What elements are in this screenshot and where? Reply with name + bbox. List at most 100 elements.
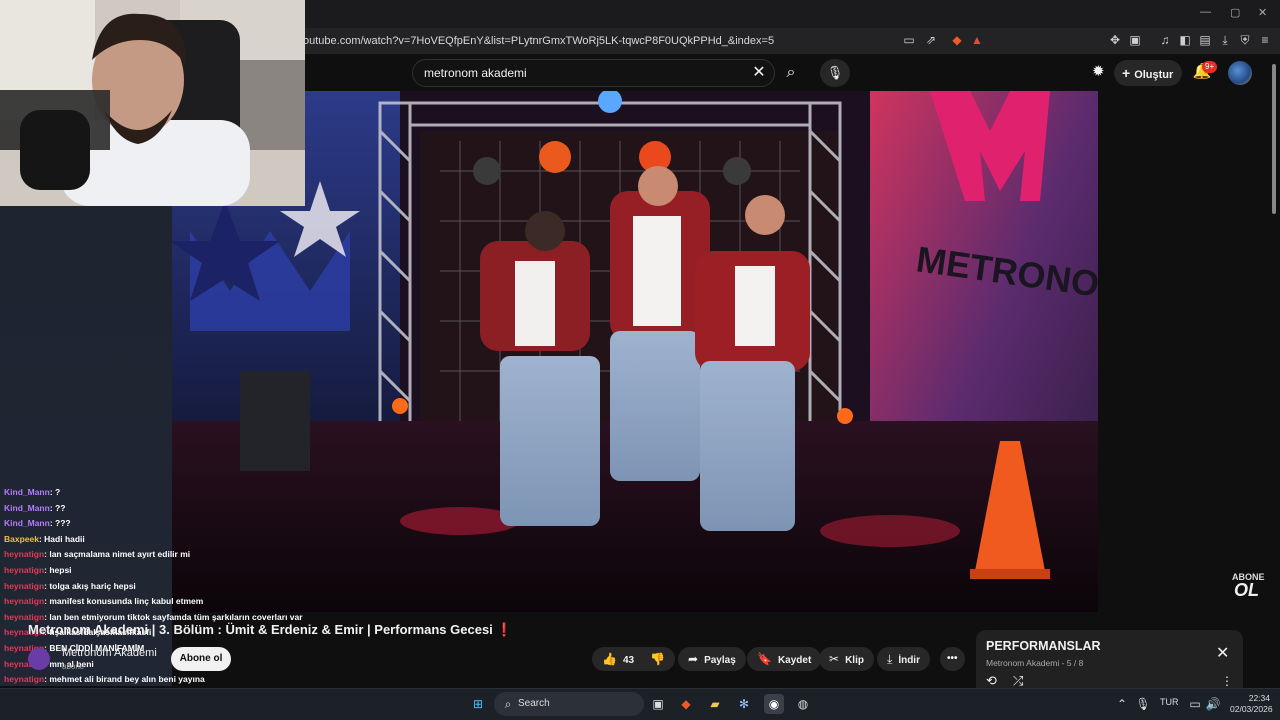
clock-time: 22:34 — [1248, 693, 1270, 703]
chat-username[interactable]: Kind_Mann — [4, 518, 50, 528]
volume-icon[interactable]: 🔊 — [1203, 694, 1223, 714]
chat-text: : hepsi — [44, 565, 72, 575]
scrollbar[interactable] — [1272, 64, 1276, 214]
chat-text: : tolga akış hariç hepsi — [44, 580, 136, 591]
scissors-icon: ✂ — [829, 652, 840, 666]
share-icon[interactable]: ⇗ — [924, 33, 938, 47]
plus-icon: + — [1122, 65, 1131, 81]
create-button[interactable]: + Oluştur — [1114, 60, 1182, 86]
chat-username[interactable]: Baxpeek — [4, 534, 39, 544]
webcam-image — [0, 0, 305, 206]
close-icon[interactable]: ✕ — [1216, 643, 1229, 663]
more-actions-button[interactable]: ••• — [940, 647, 965, 671]
close-window-icon[interactable]: ✕ — [1258, 6, 1267, 19]
windows-start-icon[interactable]: ⊞ — [468, 694, 488, 714]
search-value[interactable]: metronom akademi — [424, 59, 527, 87]
app-icon[interactable]: ◍ — [793, 694, 813, 714]
share-label: Paylaş — [704, 655, 736, 666]
chat-username[interactable]: Kind_Mann — [4, 503, 50, 513]
chat-message: heynatign: mehmet ali birand bey alın be… — [4, 674, 205, 684]
chat-username[interactable]: heynatign — [4, 612, 44, 622]
save-button[interactable]: 🔖 Kaydet — [747, 647, 822, 671]
task-view-icon[interactable]: ▣ — [648, 694, 668, 714]
playlist-title[interactable]: PERFORMANSLAR — [986, 639, 1101, 653]
chat-message: heynatign: lan ben etmiyorum tiktok sayf… — [4, 612, 303, 622]
wallet-icon[interactable]: ▣ — [1128, 33, 1142, 47]
chat-message: Baxpeek: Hadi hadii — [4, 534, 85, 544]
file-explorer-icon[interactable]: ▰ — [705, 694, 725, 714]
chat-message: heynatign: tolga akış hariç hepsi — [4, 581, 136, 591]
search-icon[interactable]: ⌕ — [775, 59, 807, 87]
media-icon[interactable]: ♫ — [1158, 33, 1172, 47]
webcam-overlay — [0, 0, 305, 206]
gear-icon[interactable]: ✹ — [1092, 62, 1110, 84]
subscribe-button[interactable]: Abone ol — [171, 647, 231, 671]
extensions-icon[interactable]: ✥ — [1108, 33, 1122, 47]
dislike-button[interactable]: 👎 — [640, 647, 675, 671]
download-arrow-icon: ⤓ — [887, 652, 893, 666]
clock[interactable]: 22:34 02/03/2026 — [1230, 693, 1273, 715]
keyboard-language[interactable]: TUR — [1160, 697, 1179, 707]
avatar[interactable] — [1228, 61, 1252, 85]
url-text[interactable]: outube.com/watch?v=7HoVEQfpEnY&list=PLyt… — [303, 32, 903, 50]
download-button[interactable]: ⤓ İndir — [877, 647, 930, 671]
microphone-tray-icon[interactable]: 🎙 — [1133, 694, 1153, 714]
shuffle-icon[interactable]: ⤮ — [1013, 673, 1023, 689]
subscribe-watermark[interactable]: OL — [1234, 580, 1259, 601]
clear-search-icon[interactable]: ✕ — [750, 61, 768, 85]
maximize-icon[interactable]: ▢ — [1230, 6, 1240, 19]
chat-username[interactable]: Kind_Mann — [4, 487, 50, 497]
chat-username[interactable]: heynatign — [4, 674, 44, 684]
notification-badge: 9+ — [1202, 61, 1218, 73]
chat-text: : ? — [49, 487, 61, 497]
network-icon[interactable]: ▭ — [1185, 694, 1205, 714]
kebab-icon[interactable]: ⋮ — [1221, 674, 1233, 688]
chat-username[interactable]: heynatign — [4, 565, 44, 575]
mic-icon[interactable]: 🎙 — [820, 59, 850, 87]
chat-text: : mehmet ali birand bey alın beni yayına — [44, 674, 205, 685]
chat-message: Kind_Mann: ?? — [4, 503, 65, 513]
share-button[interactable]: ➦ Paylaş — [678, 647, 746, 671]
screen-icon[interactable]: ▭ — [902, 33, 916, 47]
sidebar-icon[interactable]: ◧ — [1178, 33, 1192, 47]
playlist-subtitle[interactable]: Metronom Akademi - 5 / 8 — [986, 658, 1083, 668]
video-frame: METRONOM — [170, 91, 1098, 612]
right-panel — [1098, 91, 1280, 631]
chat-message: Kind_Mann: ? — [4, 487, 60, 497]
channel-subscribers: abone — [62, 662, 85, 671]
like-button[interactable]: 👍 43 — [592, 647, 643, 671]
clip-button[interactable]: ✂ Klip — [819, 647, 874, 671]
thumbs-up-icon: 👍 — [602, 652, 617, 666]
more-icon: ••• — [947, 653, 958, 664]
save-label: Kaydet — [777, 655, 812, 666]
loop-icon[interactable]: ⟲ — [986, 673, 997, 689]
rewards-icon[interactable]: ▲ — [970, 33, 984, 47]
minimize-icon[interactable]: — — [1200, 6, 1211, 18]
video-player[interactable]: METRONOM — [170, 91, 1098, 612]
channel-avatar[interactable] — [28, 648, 50, 670]
chat-username[interactable]: heynatign — [4, 549, 44, 559]
bookmark-icon: 🔖 — [757, 652, 772, 666]
chat-text: : manifest konusunda linç kabul etmem — [44, 596, 204, 607]
settings-app-icon[interactable]: ✻ — [734, 694, 754, 714]
chat-message: heynatign: hepsi — [4, 565, 72, 575]
chat-text: : ??? — [49, 518, 71, 529]
brave-shield-icon[interactable]: ◆ — [950, 33, 964, 47]
chat-text: : Hadi hadii — [38, 533, 85, 544]
chat-text: : ?? — [49, 502, 66, 513]
clip-label: Klip — [845, 655, 864, 666]
like-count: 43 — [622, 655, 635, 666]
clock-date: 02/03/2026 — [1230, 704, 1273, 714]
vpn-icon[interactable]: ⛨ — [1238, 33, 1252, 47]
chat-message: heynatign: lan saçmalama nimet ayırt edi… — [4, 549, 190, 559]
tray-chevron-icon[interactable]: ⌃ — [1112, 694, 1132, 714]
share-arrow-icon: ➦ — [688, 652, 699, 666]
channel-name[interactable]: Metronom Akademi — [62, 647, 157, 659]
discord-icon[interactable]: ◉ — [764, 694, 784, 714]
menu-icon[interactable]: ≡ — [1258, 33, 1272, 47]
chat-username[interactable]: heynatign — [4, 581, 44, 591]
tabs-icon[interactable]: ▤ — [1198, 33, 1212, 47]
chat-username[interactable]: heynatign — [4, 596, 44, 606]
brave-icon[interactable]: ◆ — [676, 694, 696, 714]
download-icon[interactable]: ⤓ — [1218, 33, 1232, 47]
